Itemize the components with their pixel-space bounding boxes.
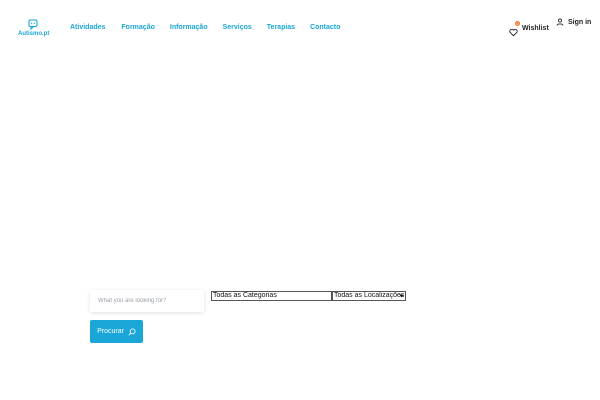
chat-bubble-logo-icon <box>28 19 38 30</box>
user-icon <box>556 18 564 26</box>
category-select-value: Todas as Categorias <box>213 292 277 299</box>
category-select[interactable]: Todas as Categorias <box>211 291 332 301</box>
search-input[interactable] <box>90 290 204 312</box>
nav-item-servicos[interactable]: Serviços <box>223 23 252 33</box>
sign-in-label: Sign in <box>568 18 592 26</box>
site-logo[interactable]: Autismo.pt <box>18 19 50 38</box>
heart-icon: 0 <box>509 20 520 36</box>
search-submit-button[interactable]: Procurar <box>90 320 143 343</box>
nav-item-formacao[interactable]: Formação <box>121 23 154 33</box>
main-nav: Atividades Formação Informação Serviços … <box>70 23 340 33</box>
search-submit-label: Procurar <box>97 328 124 335</box>
sign-in-link[interactable]: Sign in <box>556 16 591 28</box>
wishlist-count-badge: 0 <box>515 20 520 26</box>
nav-item-informacao[interactable]: Informação <box>170 23 208 33</box>
location-select[interactable]: Todas as Localizações <box>332 291 406 301</box>
site-header: Autismo.pt Atividades Formação Informaçã… <box>0 0 600 56</box>
nav-item-terapias[interactable]: Terapias <box>267 23 295 33</box>
location-select-value: Todas as Localizações <box>334 292 405 299</box>
search-icon <box>128 328 136 336</box>
chevron-down-icon <box>399 294 404 298</box>
nav-item-atividades[interactable]: Atividades <box>70 23 105 33</box>
nav-item-contacto[interactable]: Contacto <box>310 23 340 33</box>
wishlist-link[interactable]: 0 Wishlist <box>509 20 549 36</box>
logo-text: Autismo.pt <box>18 31 50 37</box>
wishlist-label: Wishlist <box>522 24 549 32</box>
